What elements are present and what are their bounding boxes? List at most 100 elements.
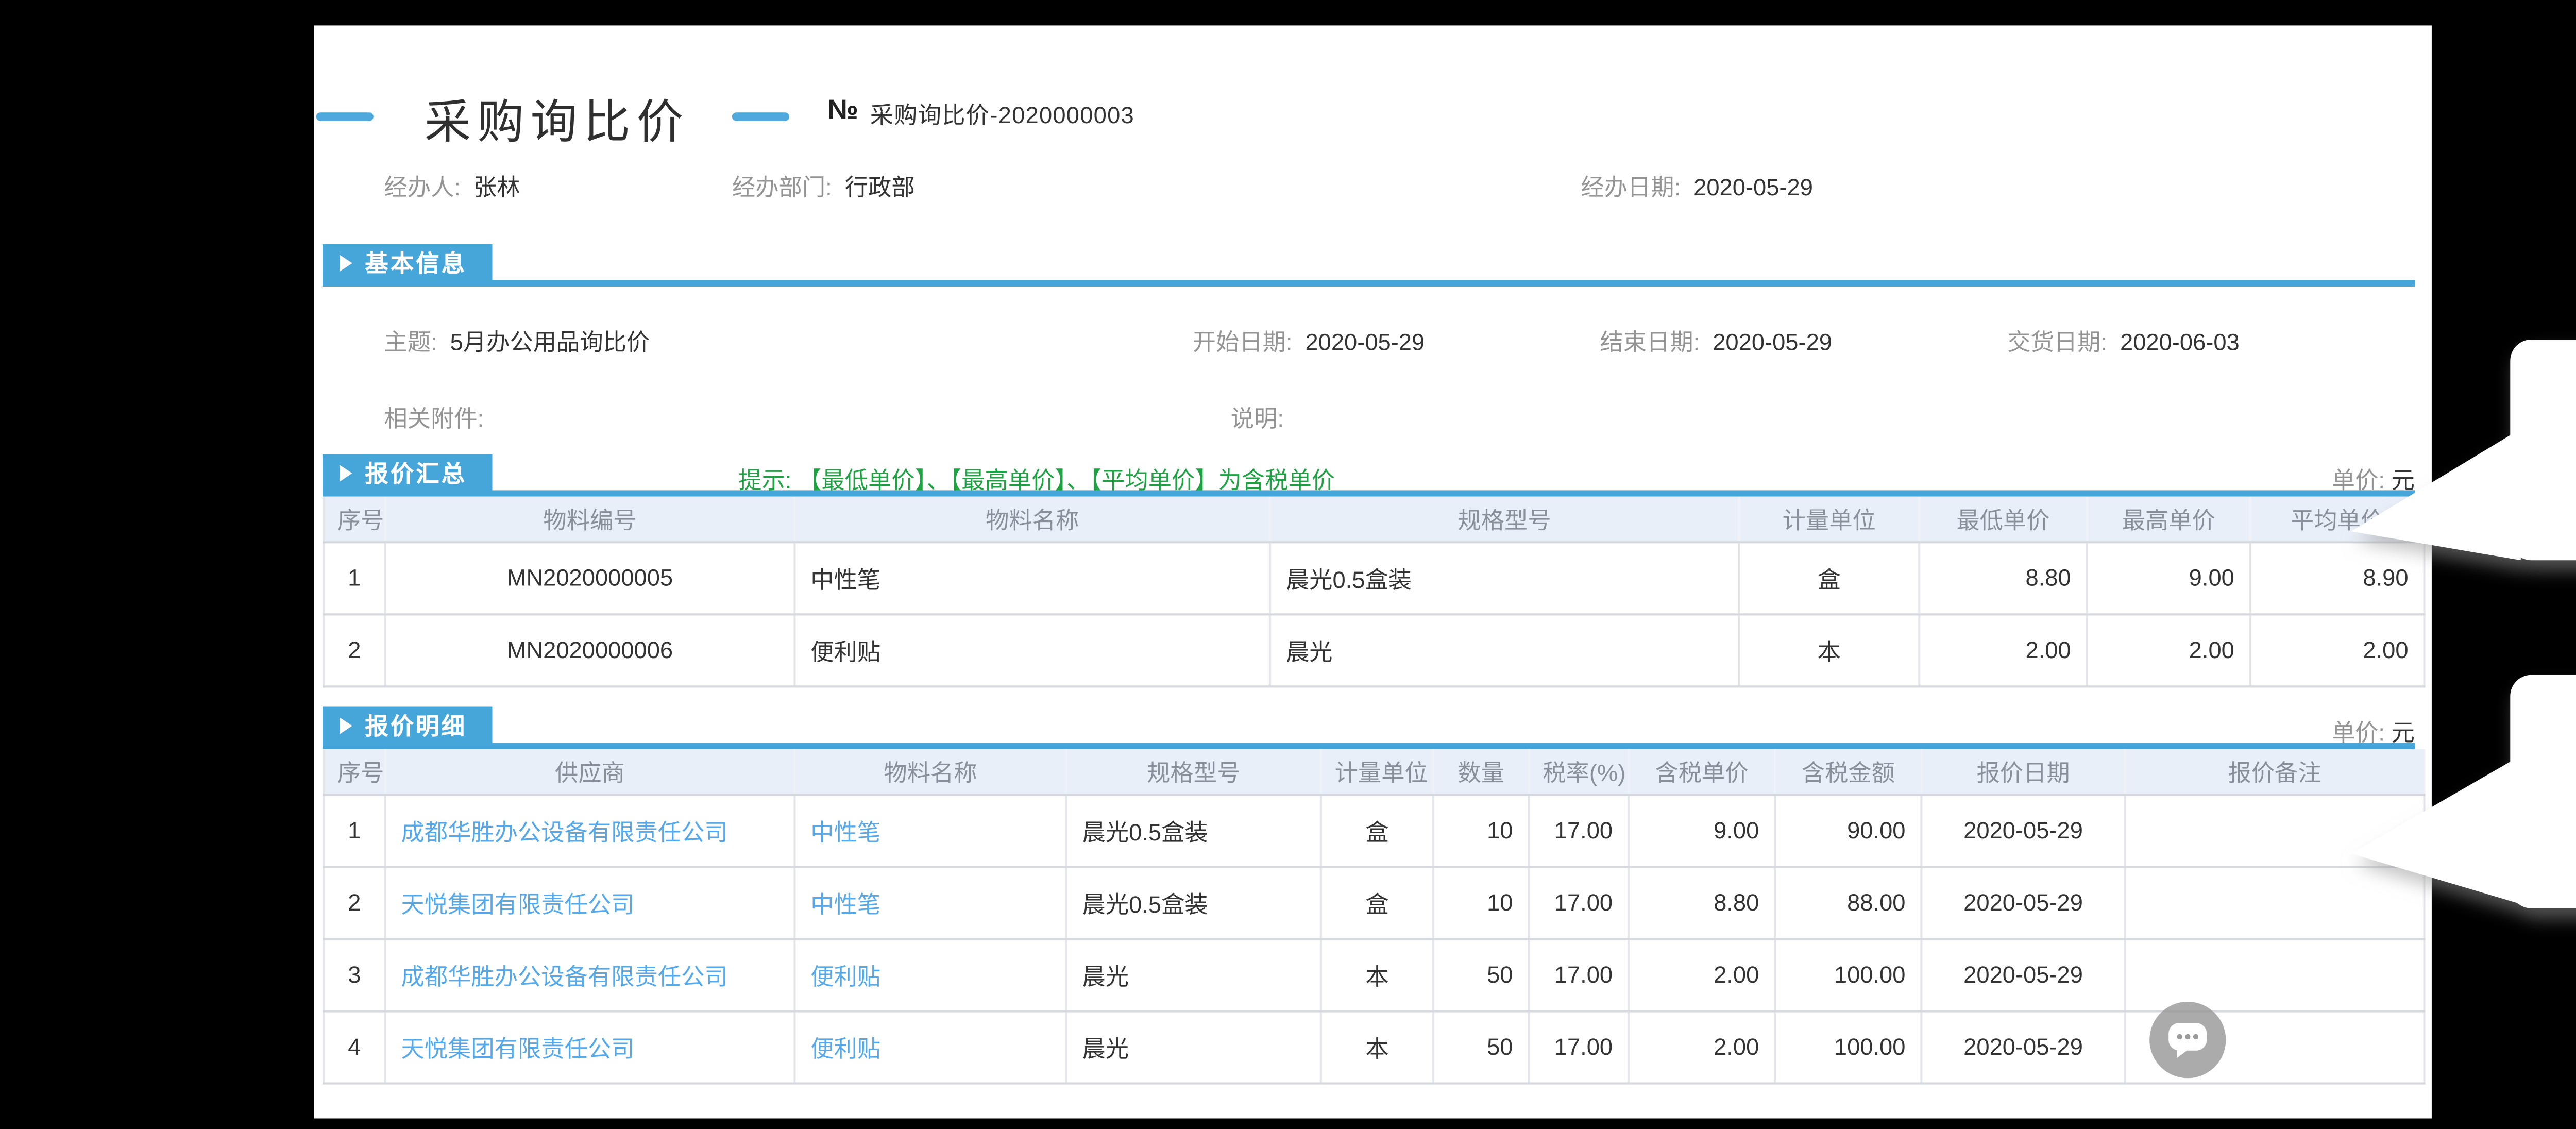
start-date-value: 2020-05-29 — [1305, 331, 1425, 357]
table-cell: 17.00 — [1529, 867, 1629, 939]
column-header: 税率(%) — [1529, 749, 1629, 795]
table-cell: 2.00 — [1629, 939, 1775, 1011]
column-header: 供应商 — [385, 749, 795, 795]
table-cell: 50 — [1433, 1012, 1529, 1084]
table-cell: 8.80 — [1919, 542, 2087, 614]
table-row: 3成都华胜办公设备有限责任公司便利贴晨光本5017.002.00100.0020… — [324, 939, 2424, 1011]
table-cell: 晨光 — [1066, 939, 1321, 1011]
table-cell: 2.00 — [2087, 614, 2250, 686]
column-header: 物料名称 — [794, 497, 1270, 543]
table-cell: 天悦集团有限责任公司 — [385, 867, 795, 939]
table-cell: 17.00 — [1529, 1012, 1629, 1084]
cell-link[interactable]: 成都华胜办公设备有限责任公司 — [401, 820, 727, 846]
column-header: 物料名称 — [794, 749, 1066, 795]
table-cell: 本 — [1321, 939, 1433, 1011]
operator-value: 张林 — [473, 176, 520, 201]
table-cell: 100.00 — [1775, 1012, 1921, 1084]
table-cell: 8.80 — [1629, 867, 1775, 939]
section-underline — [323, 743, 2415, 749]
department-field: 经办部门: 行政部 — [732, 170, 915, 204]
table-cell: 晨光0.5盒装 — [1066, 795, 1321, 867]
operator-field: 经办人: 张林 — [384, 170, 520, 204]
table-cell: 2020-05-29 — [1921, 1012, 2125, 1084]
column-header: 序号 — [324, 749, 385, 795]
cell-link[interactable]: 便利贴 — [810, 1037, 880, 1062]
table-cell: 成都华胜办公设备有限责任公司 — [385, 795, 795, 867]
end-date-value: 2020-05-29 — [1713, 331, 1832, 357]
attachment-field: 相关附件: — [384, 401, 490, 435]
table-row: 2天悦集团有限责任公司中性笔晨光0.5盒装盒1017.008.8088.0020… — [324, 867, 2424, 939]
table-row: 1MN2020000005中性笔晨光0.5盒装盒8.809.008.90 — [324, 542, 2424, 614]
subject-field: 主题: 5月办公用品询比价 — [384, 325, 650, 359]
chat-bubble-icon — [2166, 1021, 2209, 1059]
title-dash-right-decoration — [732, 112, 789, 121]
table-cell: 盒 — [1739, 542, 1919, 614]
table-header-row: 序号物料编号物料名称规格型号计量单位最低单价最高单价平均单价 — [324, 497, 2424, 543]
table-cell: 9.00 — [1629, 795, 1775, 867]
table-cell: 88.00 — [1775, 867, 1921, 939]
doc-number-symbol: № — [827, 93, 858, 125]
section-tab-quote-detail: 报价明细 — [323, 706, 492, 745]
section-title: 报价汇总 — [365, 456, 467, 490]
table-cell: 2020-05-29 — [1921, 939, 2125, 1011]
callout-quote-summary: 报价汇总 — [2351, 340, 2576, 560]
table-cell: 17.00 — [1529, 795, 1629, 867]
subject-label: 主题: — [384, 331, 437, 357]
table-cell: 晨光0.5盒装 — [1066, 867, 1321, 939]
note-label: 说明: — [1231, 408, 1284, 433]
table-cell: MN2020000006 — [385, 614, 795, 686]
table-cell: 1 — [324, 795, 385, 867]
table-cell: 90.00 — [1775, 795, 1921, 867]
table-cell: 晨光 — [1270, 614, 1739, 686]
delivery-date-value: 2020-06-03 — [2120, 331, 2240, 357]
subject-value: 5月办公用品询比价 — [450, 331, 650, 357]
table-cell: 盒 — [1321, 795, 1433, 867]
table-row: 2MN2020000006便利贴晨光本2.002.002.00 — [324, 614, 2424, 686]
handle-date-label: 经办日期: — [1581, 176, 1681, 201]
start-date-label: 开始日期: — [1193, 331, 1293, 357]
table-row: 4天悦集团有限责任公司便利贴晨光本5017.002.00100.002020-0… — [324, 1012, 2424, 1084]
column-header: 规格型号 — [1066, 749, 1321, 795]
quote-detail-table: 序号供应商物料名称规格型号计量单位数量税率(%)含税单价含税金额报价日期报价备注… — [323, 749, 2426, 1085]
cell-link[interactable]: 天悦集团有限责任公司 — [401, 1037, 634, 1062]
table-cell: 晨光 — [1066, 1012, 1321, 1084]
callout-quote-detail: 报价明细 — [2351, 675, 2576, 908]
table-cell: 17.00 — [1529, 939, 1629, 1011]
start-date-field: 开始日期: 2020-05-29 — [1193, 325, 1425, 359]
column-header: 含税金额 — [1775, 749, 1921, 795]
column-header: 数量 — [1433, 749, 1529, 795]
column-header: 计量单位 — [1321, 749, 1433, 795]
cell-link[interactable]: 天悦集团有限责任公司 — [401, 892, 634, 918]
column-header: 计量单位 — [1739, 497, 1919, 543]
cell-link[interactable]: 中性笔 — [810, 820, 880, 846]
column-header: 最低单价 — [1919, 497, 2087, 543]
handle-date-value: 2020-05-29 — [1693, 176, 1813, 201]
callout-tail-pointer — [2351, 429, 2520, 560]
chat-fab-button[interactable] — [2149, 1002, 2226, 1078]
delivery-date-label: 交货日期: — [2007, 331, 2107, 357]
table-cell: 中性笔 — [794, 542, 1270, 614]
department-label: 经办部门: — [732, 176, 832, 201]
table-cell: 天悦集团有限责任公司 — [385, 1012, 795, 1084]
cell-link[interactable]: 中性笔 — [810, 892, 880, 918]
table-cell: 100.00 — [1775, 939, 1921, 1011]
section-title: 基本信息 — [365, 246, 467, 280]
section-tab-quote-summary: 报价汇总 — [323, 454, 492, 492]
title-dash-left-decoration — [316, 112, 374, 121]
cell-link[interactable]: 成都华胜办公设备有限责任公司 — [401, 965, 727, 990]
column-header: 序号 — [324, 497, 385, 543]
table-cell: 中性笔 — [794, 795, 1066, 867]
table-cell: 便利贴 — [794, 1012, 1066, 1084]
triangle-right-icon — [340, 465, 352, 482]
table-cell: 盒 — [1321, 867, 1433, 939]
table-cell: 1 — [324, 542, 385, 614]
table-cell: 2 — [324, 614, 385, 686]
section-underline — [323, 490, 2415, 496]
handle-date-field: 经办日期: 2020-05-29 — [1581, 170, 1813, 204]
table-cell: 便利贴 — [794, 939, 1066, 1011]
table-cell: 50 — [1433, 939, 1529, 1011]
section-underline — [323, 280, 2415, 287]
cell-link[interactable]: 便利贴 — [810, 965, 880, 990]
column-header: 含税单价 — [1629, 749, 1775, 795]
department-value: 行政部 — [845, 176, 915, 201]
